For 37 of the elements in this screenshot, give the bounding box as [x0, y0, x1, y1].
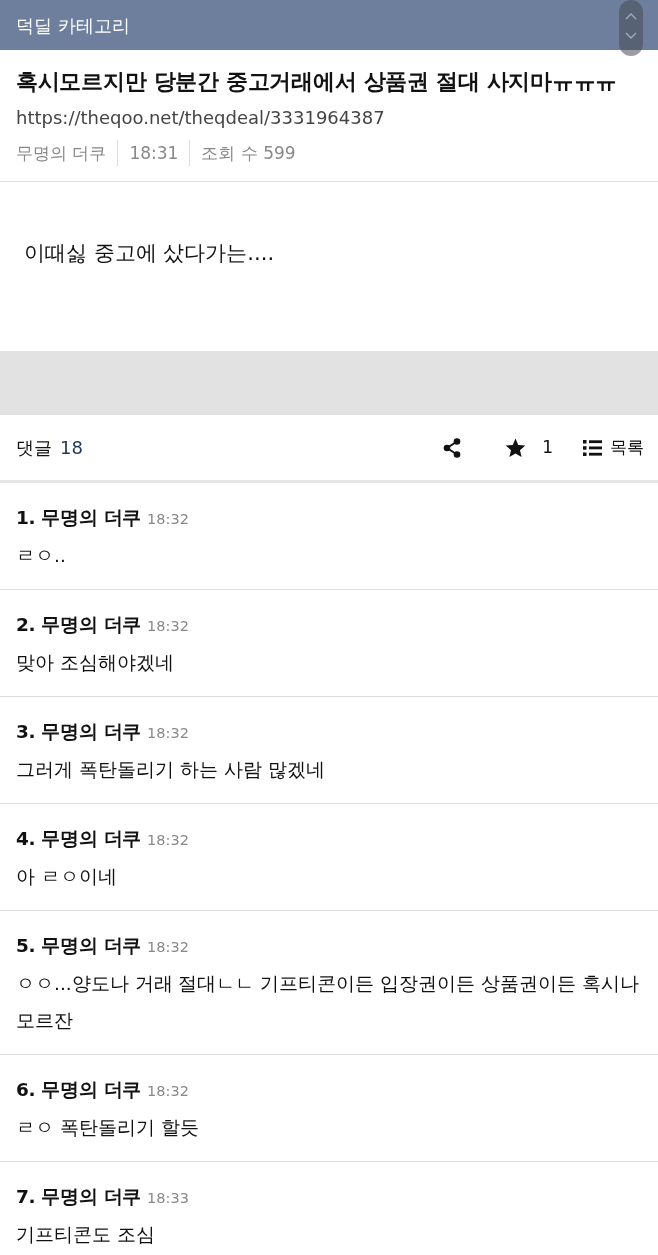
post-time: 18:31 [117, 140, 179, 166]
comment-text: ㄹㅇ.. [16, 544, 67, 568]
comment-text: 그러게 폭탄돌리기 하는 사람 많겠네 [16, 758, 326, 782]
chevron-up-icon [625, 12, 637, 20]
author-name: 무명의 더쿠 [16, 142, 107, 165]
view-count: 조회 수 599 [189, 140, 296, 166]
comment-author: 5. 무명의 더쿠 [16, 935, 142, 956]
comment-text: ㄹㅇ 폭탄돌리기 할듯 [16, 1116, 200, 1140]
comment-author: 4. 무명의 더쿠 [16, 828, 142, 849]
comment-count: 18 [60, 436, 83, 460]
comment-author: 6. 무명의 더쿠 [16, 1079, 142, 1100]
comment-author: 3. 무명의 더쿠 [16, 721, 142, 742]
post-body-text: 이때싫 중고에 샀다가는.... [24, 240, 276, 267]
list-button[interactable]: 목록 [583, 434, 644, 461]
header-title: 덕딜 카테고리 [16, 13, 130, 38]
comment-time: 18:32 [147, 511, 189, 527]
chevron-down-icon [625, 32, 637, 40]
comments-label: 댓글 [16, 436, 52, 460]
comment-time: 18:32 [147, 939, 189, 955]
comment-text: 맞아 조심해야겠네 [16, 651, 175, 675]
comment-time: 18:32 [147, 832, 189, 848]
post-title: 혹시모르지만 당분간 중고거래에서 상품권 절대 사지마ㅠㅠㅠ [16, 68, 618, 96]
list-icon [583, 439, 602, 456]
comment-author: 7. 무명의 더쿠 [16, 1186, 142, 1207]
comment-time: 18:32 [147, 725, 189, 741]
comment-author: 2. 무명의 더쿠 [16, 614, 142, 635]
comment-text: ㅇㅇ...양도나 거래 절대ㄴㄴ 기프티콘이든 입장권이든 상품권이든 혹시나 모르잔 [16, 972, 640, 1033]
comment-text: 기프티콘도 조심 [16, 1223, 156, 1247]
comment-time: 18:33 [147, 1190, 189, 1206]
comment-author: 1. 무명의 더쿠 [16, 507, 142, 528]
post-url[interactable]: https://theqoo.net/theqdeal/3331964387 [16, 107, 385, 128]
share-icon [443, 437, 462, 458]
comment-time: 18:32 [147, 1083, 189, 1099]
star-button[interactable]: 1 [505, 434, 553, 461]
comment-time: 18:32 [147, 618, 189, 634]
comment-text: 아 ㄹㅇ이네 [16, 865, 118, 889]
star-icon [505, 437, 527, 458]
